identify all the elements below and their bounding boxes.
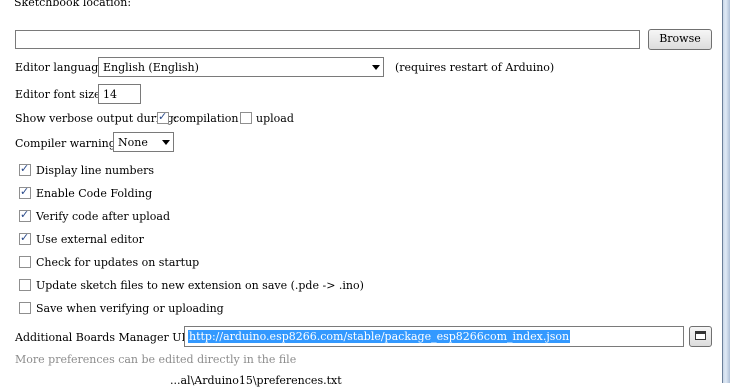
sketchbook-location-label: Sketchbook location:	[14, 0, 132, 9]
compilation-label: compilation	[173, 112, 239, 125]
editor-language-value: English (English)	[103, 61, 199, 74]
upload-label: upload	[256, 112, 294, 125]
display-line-numbers-label: Display line numbers	[36, 164, 154, 177]
enable-code-folding-checkbox[interactable]	[19, 185, 31, 199]
browse-button[interactable]: Browse	[648, 29, 712, 50]
chevron-down-icon	[372, 65, 380, 70]
preferences-file-path[interactable]: ...al\Arduino15\preferences.txt	[170, 374, 342, 387]
save-when-verifying-label: Save when verifying or uploading	[36, 302, 224, 315]
editor-language-select[interactable]: English (English)	[98, 57, 384, 77]
editor-language-note: (requires restart of Arduino)	[395, 61, 555, 74]
compiler-warnings-select[interactable]: None	[113, 132, 174, 152]
upload-checkbox[interactable]	[240, 112, 252, 124]
display-line-numbers-checkbox[interactable]	[19, 162, 31, 176]
window-icon	[695, 331, 706, 340]
boards-manager-urls-input[interactable]: http://arduino.esp8266.com/stable/packag…	[184, 326, 684, 347]
font-size-label: Editor font size:	[15, 88, 105, 101]
update-sketch-extension-checkbox[interactable]	[19, 279, 31, 291]
update-sketch-extension-label: Update sketch files to new extension on …	[36, 279, 364, 292]
verbose-output-label: Show verbose output during:	[15, 112, 178, 125]
font-size-value: 14	[103, 88, 117, 101]
compiler-warnings-label: Compiler warnings:	[15, 137, 126, 150]
check-updates-checkbox[interactable]	[19, 256, 31, 268]
window-right-border	[722, 0, 730, 383]
more-preferences-note: More preferences can be edited directly …	[15, 353, 297, 366]
sketchbook-path-input[interactable]	[15, 30, 640, 49]
verify-after-upload-label: Verify code after upload	[36, 210, 171, 223]
verify-after-upload-checkbox[interactable]	[19, 208, 31, 222]
check-updates-label: Check for updates on startup	[36, 256, 200, 269]
save-when-verifying-checkbox[interactable]	[19, 302, 31, 314]
edit-urls-button[interactable]	[689, 326, 712, 347]
compiler-warnings-value: None	[118, 136, 148, 149]
editor-language-label: Editor language:	[15, 61, 109, 74]
use-external-editor-checkbox[interactable]	[19, 231, 31, 245]
enable-code-folding-label: Enable Code Folding	[36, 187, 153, 200]
boards-manager-urls-label: Additional Boards Manager URLs:	[15, 331, 207, 344]
compilation-checkbox[interactable]	[157, 110, 169, 124]
boards-manager-url-selected-text: http://arduino.esp8266.com/stable/packag…	[188, 330, 571, 343]
font-size-input[interactable]: 14	[98, 84, 141, 104]
chevron-down-icon	[162, 140, 170, 145]
use-external-editor-label: Use external editor	[36, 233, 144, 246]
